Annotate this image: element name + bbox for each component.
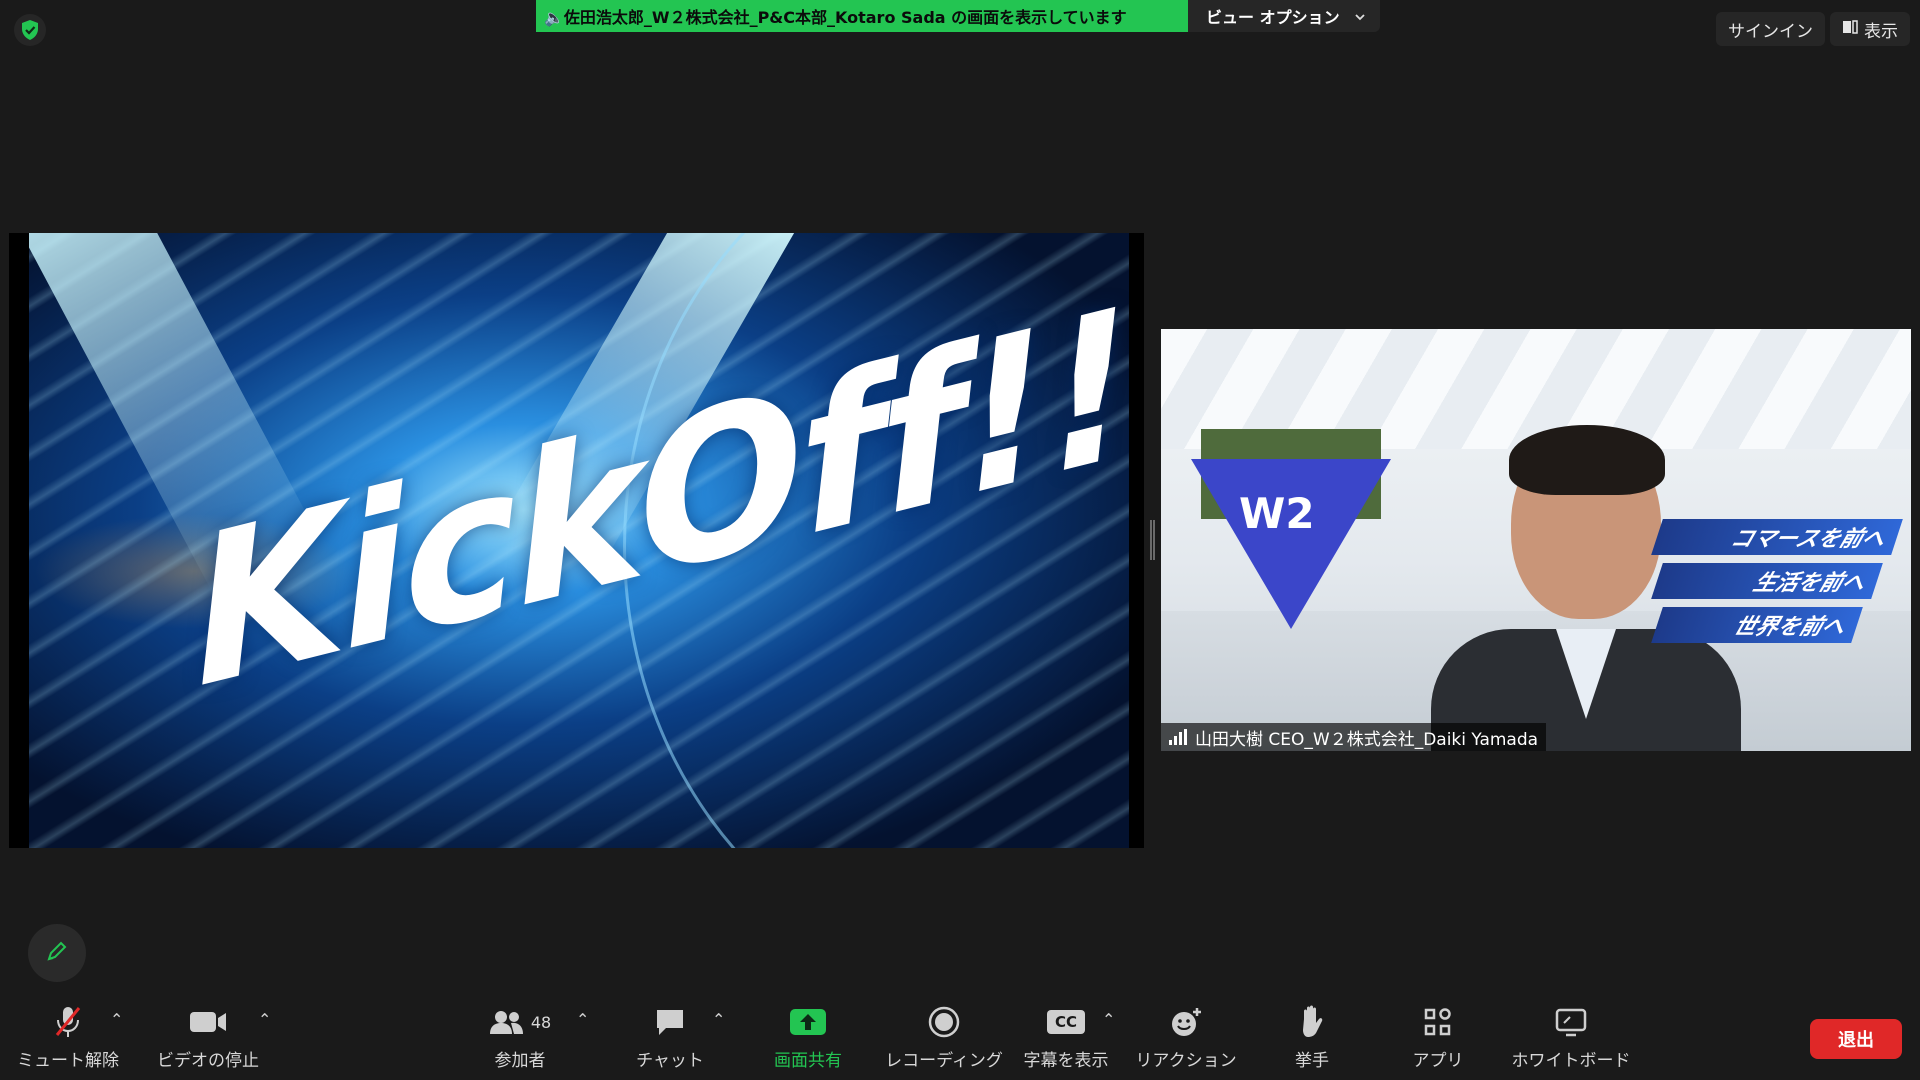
pencil-icon [45,939,69,967]
display-label: 表示 [1864,21,1898,42]
slogan: 生活を前へ [1651,563,1883,599]
participants-count: 48 [530,1012,552,1032]
record-icon [928,1000,960,1044]
kickoff-slide: KickOff!! [29,233,1129,848]
leave-meeting-button[interactable]: 退出 [1810,1019,1902,1059]
whiteboard-icon [1554,1000,1588,1044]
connection-signal-icon [1169,729,1187,745]
security-shield-icon[interactable] [14,14,46,46]
apps-icon [1422,1000,1454,1044]
panel-splitter-handle[interactable] [1150,520,1155,560]
shared-screen: KickOff!! [9,233,1144,848]
participant-name: 山田大樹 CEO_W２株式会社_Daiki Yamada [1195,729,1539,750]
video-options-caret-icon[interactable]: ⌃ [258,1010,271,1029]
layout-icon [1842,19,1858,40]
annotate-pencil-button[interactable] [28,924,86,982]
view-options-button[interactable]: ビュー オプション [1188,0,1380,32]
unmute-label: ミュート解除 [17,1051,119,1071]
chat-bubble-icon [654,1000,686,1044]
whiteboard-button[interactable]: ホワイトボード [1506,1000,1636,1080]
w2-logo-triangle [1191,459,1391,629]
slogan-list: コマースを前へ 生活を前へ 世界を前へ [1651,519,1903,651]
participant-video-tile[interactable]: W2 コマースを前へ 生活を前へ 世界を前へ 山田大樹 CEO_W２株式会社_D… [1161,329,1911,751]
signin-button[interactable]: サインイン [1716,12,1825,46]
whiteboard-label: ホワイトボード [1511,1051,1631,1071]
reactions-button[interactable]: リアクション [1134,1000,1238,1080]
record-button[interactable]: レコーディング [884,1000,1004,1080]
share-screen-label: 画面共有 [774,1051,842,1071]
closed-captions-icon: CC [1046,1000,1086,1044]
chat-button[interactable]: チャット [620,1000,720,1080]
stop-video-label: ビデオの停止 [157,1051,259,1071]
signin-label: サインイン [1728,21,1813,42]
participant-nameplate: 山田大樹 CEO_W２株式会社_Daiki Yamada [1161,723,1547,751]
emoji-add-icon [1169,1000,1203,1044]
leave-label: 退出 [1838,1030,1874,1051]
captions-badge: CC [1046,1010,1086,1034]
raise-hand-icon [1298,1000,1326,1044]
unmute-button[interactable]: ミュート解除 [17,1000,119,1080]
video-camera-icon [189,1000,227,1044]
record-label: レコーディング [885,1051,1003,1071]
participants-button[interactable]: 48 参加者 [470,1000,570,1080]
w2-logo-text: W2 [1239,489,1315,538]
share-screen-icon [789,1000,827,1044]
share-screen-button[interactable]: 画面共有 [758,1000,858,1080]
slogan: 世界を前へ [1651,607,1863,643]
participants-icon: 48 [489,1000,551,1044]
stop-video-button[interactable]: ビデオの停止 [150,1000,266,1080]
participants-label: 参加者 [494,1051,546,1071]
reactions-label: リアクション [1135,1051,1237,1071]
show-captions-label: 字幕を表示 [1023,1051,1109,1071]
chat-label: チャット [636,1051,704,1071]
view-layout-button[interactable]: 表示 [1830,12,1910,46]
view-options-label: ビュー オプション [1206,8,1340,27]
microphone-muted-icon [53,1000,83,1044]
audio-options-caret-icon[interactable]: ⌃ [110,1010,123,1029]
share-banner-text: 🔈佐田浩太郎_W２株式会社_P&C本部_Kotaro Sada の画面を表示して… [544,8,1127,27]
screen-share-banner: 🔈佐田浩太郎_W２株式会社_P&C本部_Kotaro Sada の画面を表示して… [536,0,1188,32]
apps-button[interactable]: アプリ [1388,1000,1488,1080]
participants-options-caret-icon[interactable]: ⌃ [576,1010,589,1029]
raise-hand-button[interactable]: 挙手 [1262,1000,1362,1080]
chat-options-caret-icon[interactable]: ⌃ [712,1010,725,1029]
meeting-toolbar: ミュート解除 ⌃ ビデオの停止 ⌃ 48 参加者 ⌃ チャット ⌃ 画面共有 レ… [0,1000,1920,1080]
captions-options-caret-icon[interactable]: ⌃ [1102,1010,1115,1029]
raise-hand-label: 挙手 [1295,1051,1329,1071]
apps-label: アプリ [1412,1051,1464,1071]
slogan: コマースを前へ [1651,519,1903,555]
hair [1509,425,1665,495]
chevron-down-icon [1354,8,1366,27]
